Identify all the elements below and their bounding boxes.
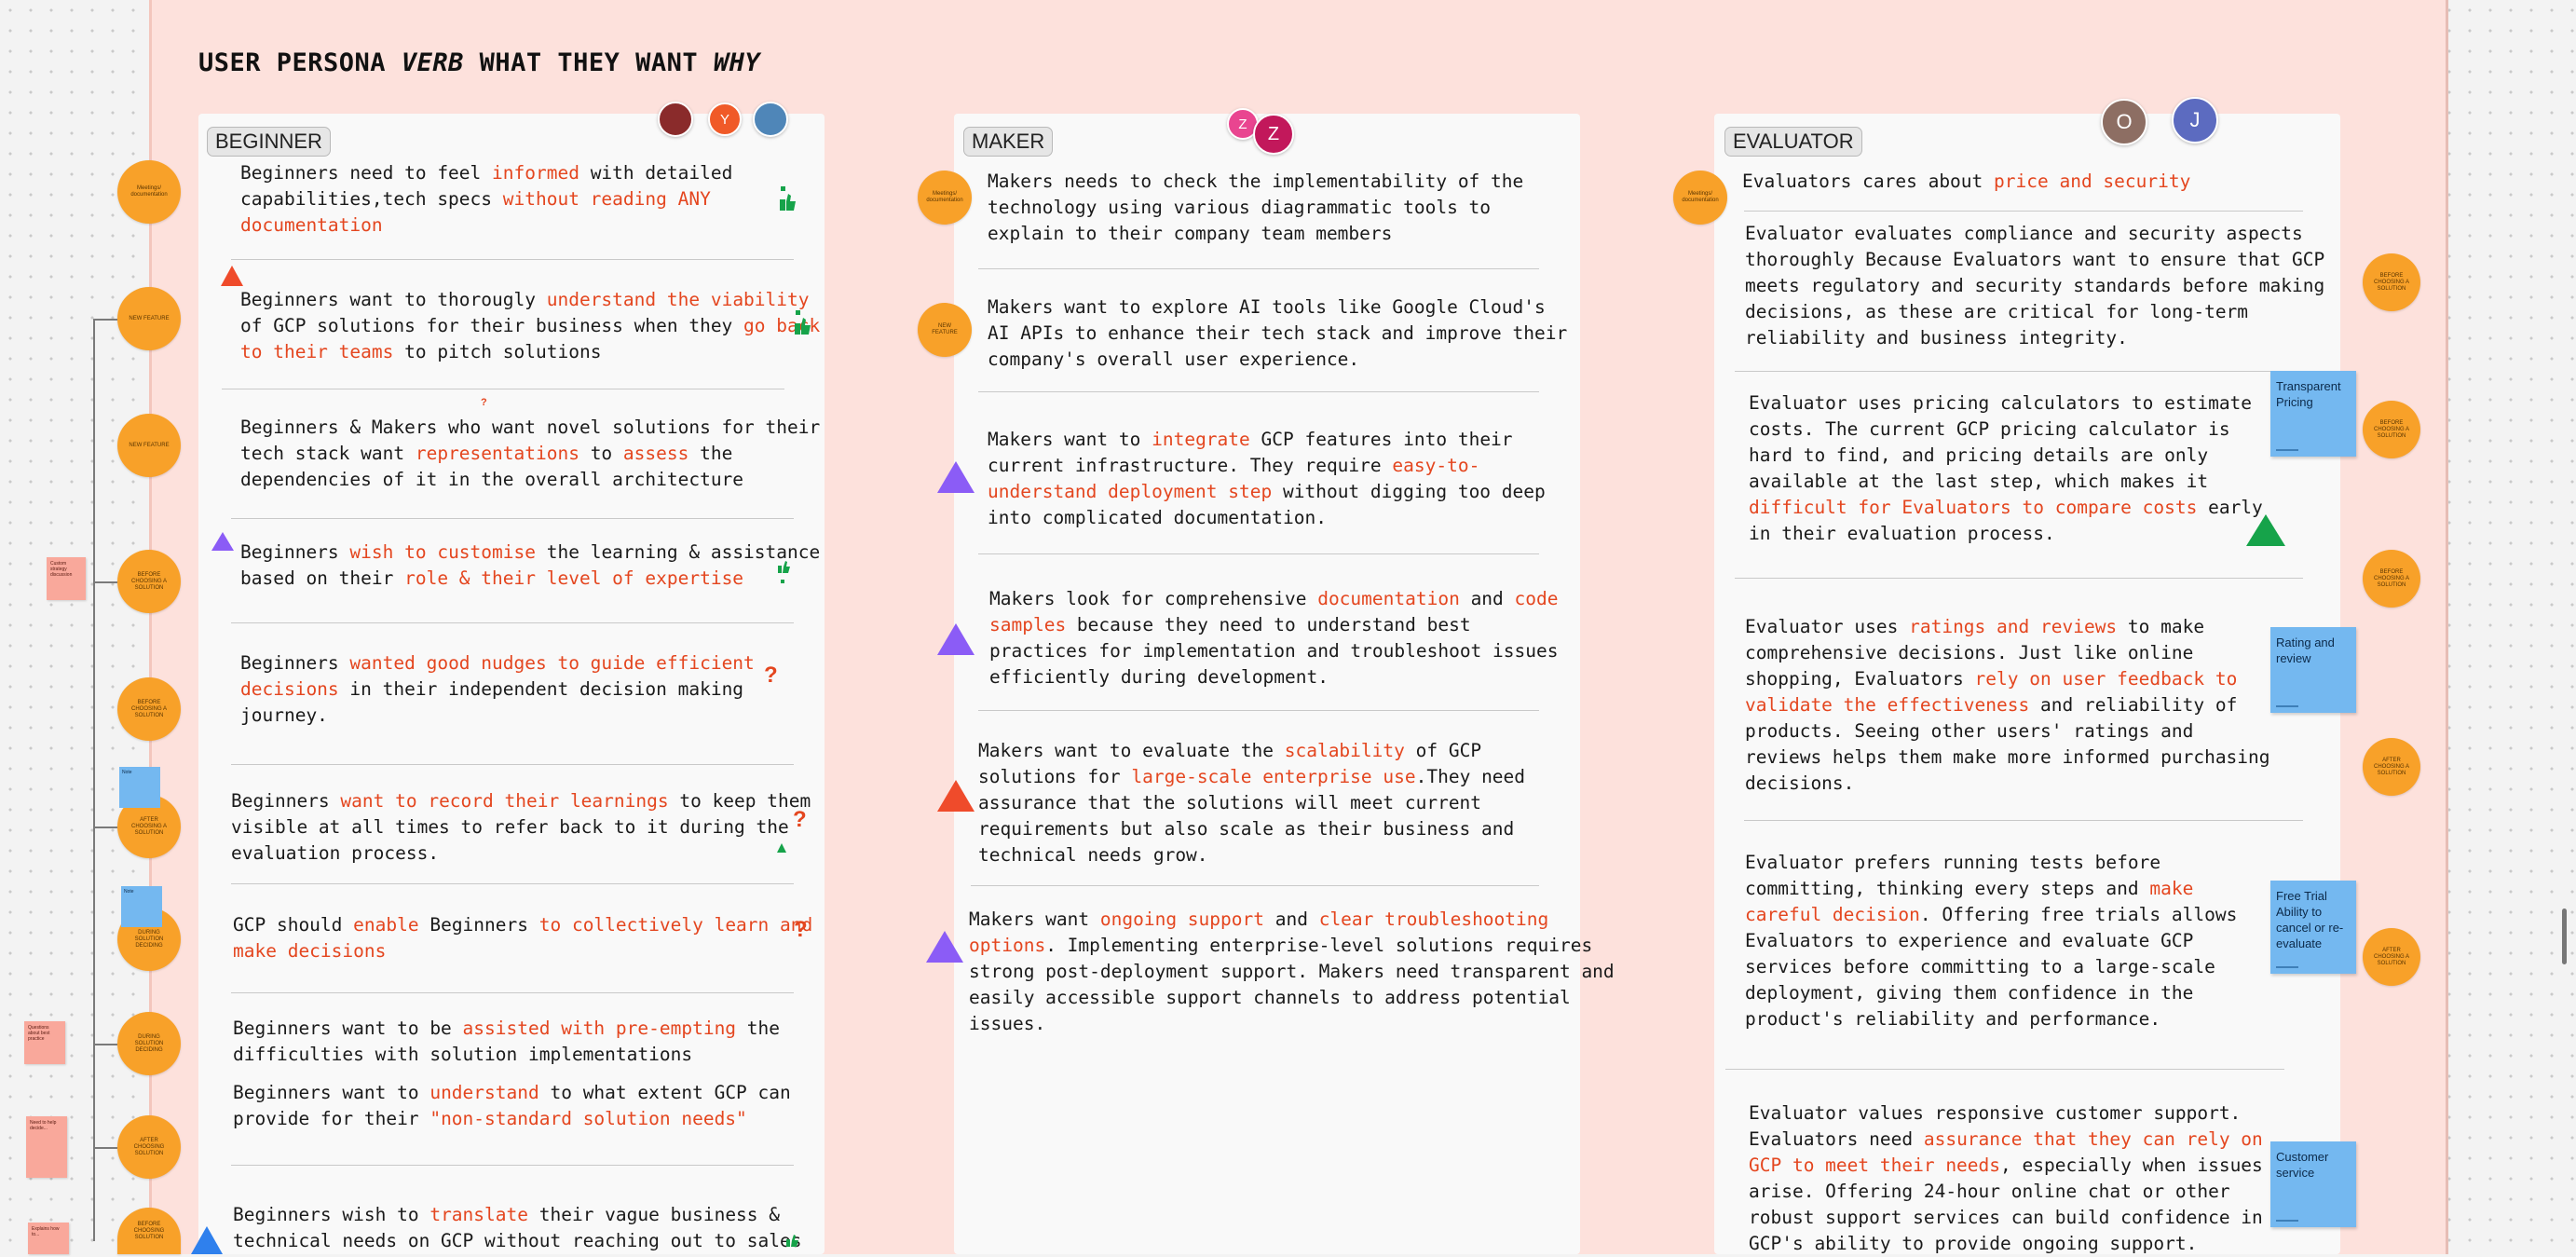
beginner-statement[interactable]: Beginners want to understand to what ext… (233, 1080, 791, 1132)
divider (1744, 820, 2303, 821)
stage-dot[interactable]: BEFORE CHOOSING A SOLUTION (117, 550, 181, 613)
question-mark-icon[interactable]: ? (793, 807, 807, 833)
connector-line (93, 827, 117, 828)
beginner-statement[interactable]: GCP should enable Beginners to collectiv… (233, 912, 812, 964)
question-mark-icon[interactable]: ? (481, 397, 487, 408)
avatar-o[interactable]: O (2101, 99, 2147, 145)
divider (1735, 371, 2303, 372)
evaluator-statement[interactable]: Evaluator evaluates compliance and secur… (1745, 221, 2324, 351)
evaluator-statement[interactable]: Evaluator uses pricing calculators to es… (1749, 390, 2263, 547)
avatar-photo-1[interactable] (658, 102, 693, 137)
beginner-statement[interactable]: Beginners wanted good nudges to guide ef… (240, 650, 755, 729)
beginner-tag[interactable]: BEGINNER (207, 127, 331, 157)
evaluator-statement[interactable]: Evaluator uses ratings and reviews to ma… (1745, 614, 2270, 797)
thumbs-up-icon[interactable] (778, 186, 797, 214)
green-triangle-icon[interactable] (2245, 512, 2286, 548)
divider (231, 518, 794, 519)
divider (231, 622, 794, 623)
divider (231, 883, 794, 884)
sticky-transparent-pricing[interactable]: Transparent Pricing (2270, 371, 2356, 457)
divider (1735, 578, 2303, 579)
purple-triangle-icon[interactable] (211, 530, 235, 553)
divider (978, 391, 1539, 392)
mini-note-pink[interactable]: Custom strategy discussion (47, 557, 86, 600)
divider (971, 885, 1539, 886)
beginner-statement[interactable]: Beginners wish to translate their vague … (233, 1202, 801, 1254)
divider (231, 1165, 794, 1166)
divider (231, 259, 794, 260)
mini-note-pink[interactable]: Explains how to... (28, 1223, 69, 1254)
thumbs-up-icon[interactable] (776, 560, 791, 584)
stage-dot[interactable]: Meetings/ documentation (918, 171, 972, 225)
beginner-statement[interactable]: Beginners need to feel informed with det… (240, 160, 732, 239)
maker-statement[interactable]: Makers want to evaluate the scalability … (978, 738, 1525, 868)
maker-statement[interactable]: Makers needs to check the implementabili… (988, 169, 1523, 247)
mini-note-pink[interactable]: Questions about best practice (24, 1021, 65, 1064)
connector-line (93, 1044, 117, 1045)
thumbs-up-icon[interactable] (793, 310, 811, 338)
purple-triangle-icon[interactable] (936, 459, 975, 495)
connector-line (93, 1147, 117, 1149)
evaluator-statement[interactable]: Evaluator prefers running tests before c… (1745, 850, 2237, 1032)
connector-line (93, 319, 117, 321)
thumbs-up-icon[interactable] (777, 843, 786, 853)
sticky-customer-service[interactable]: Customer service (2270, 1141, 2356, 1227)
divider (978, 553, 1539, 554)
evaluator-statement[interactable]: Evaluators cares about price and securit… (1742, 169, 2190, 195)
thumbs-up-icon[interactable] (784, 1234, 799, 1254)
beginner-statement[interactable]: Beginners want to be assisted with pre-e… (233, 1016, 780, 1068)
purple-triangle-icon[interactable] (936, 622, 975, 657)
stage-dot[interactable]: BEFORE CHOOSING A SOLUTION (2363, 401, 2420, 458)
maker-statement[interactable]: Makers want to explore AI tools like Goo… (988, 294, 1567, 373)
page-title: USER PERSONA VERB WHAT THEY WANT WHY (198, 48, 761, 77)
vertical-scrollbar[interactable] (2562, 909, 2567, 964)
mini-note-pink[interactable]: Need to help decide... (26, 1116, 67, 1178)
question-mark-icon[interactable]: ? (764, 663, 778, 689)
evaluator-statement[interactable]: Evaluator values responsive customer sup… (1749, 1100, 2263, 1257)
blue-triangle-icon[interactable] (190, 1224, 224, 1254)
stage-dot[interactable]: NEW FEATURE (117, 414, 181, 477)
avatar-y[interactable]: Y (708, 102, 742, 136)
connector-line (93, 581, 117, 583)
sticky-free-trial[interactable]: Free Trial Ability to cancel or re-evalu… (2270, 881, 2356, 974)
red-triangle-icon[interactable] (936, 778, 975, 813)
divider (978, 710, 1539, 711)
avatar-z2[interactable]: Z (1253, 114, 1294, 155)
stage-dot[interactable]: NEW FEATURE (918, 303, 972, 357)
divider (978, 268, 1539, 269)
maker-statement[interactable]: Makers look for comprehensive documentat… (989, 586, 1559, 690)
stage-dot[interactable]: BEFORE CHOOSING A SOLUTION (2363, 550, 2420, 608)
red-triangle-icon[interactable] (220, 264, 244, 288)
maker-tag[interactable]: MAKER (963, 127, 1054, 157)
mini-note-blue[interactable]: Note (119, 767, 160, 808)
question-mark-icon[interactable]: ? (794, 917, 808, 943)
stage-dot[interactable]: DURING SOLUTION DECIDING (117, 1012, 181, 1075)
stage-dot[interactable]: BEFORE CHOOSING A SOLUTION (117, 677, 181, 741)
avatar-photo-2[interactable] (753, 102, 788, 137)
maker-statement[interactable]: Makers want ongoing support and clear tr… (969, 907, 1615, 1037)
beginner-statement[interactable]: Beginners wish to customise the learning… (240, 540, 820, 592)
divider (231, 992, 794, 993)
maker-statement[interactable]: Makers want to integrate GCP features in… (988, 427, 1546, 531)
mini-note-blue[interactable]: Note (121, 886, 162, 927)
board-right-edge (2446, 0, 2448, 1254)
stage-dot[interactable]: NEW FEATURE (117, 287, 181, 350)
stage-dot[interactable]: AFTER CHOOSING A SOLUTION (2363, 738, 2420, 796)
avatar-j[interactable]: J (2172, 97, 2218, 143)
beginner-statement[interactable]: Beginners want to record their learnings… (231, 788, 811, 867)
divider (1744, 211, 2303, 212)
beginner-statement[interactable]: Beginners & Makers who want novel soluti… (240, 415, 820, 493)
evaluator-tag[interactable]: EVALUATOR (1724, 127, 1862, 157)
divider (231, 764, 794, 765)
stage-dot[interactable]: AFTER CHOOSING A SOLUTION (2363, 928, 2420, 986)
stage-dot[interactable]: BEFORE CHOOSING A SOLUTION (2363, 253, 2420, 311)
stage-dot[interactable]: AFTER CHOOSING SOLUTION (117, 1115, 181, 1179)
divider (1725, 1069, 2284, 1070)
connector-line (93, 319, 95, 1241)
stage-dot[interactable]: Meetings/ documentation (117, 160, 181, 224)
sticky-rating-review[interactable]: Rating and review (2270, 627, 2356, 713)
beginner-statement[interactable]: Beginners want to thorougly understand t… (240, 287, 820, 365)
purple-triangle-icon[interactable] (925, 929, 964, 964)
stage-dot[interactable]: Meetings/ documentation (1673, 171, 1727, 225)
